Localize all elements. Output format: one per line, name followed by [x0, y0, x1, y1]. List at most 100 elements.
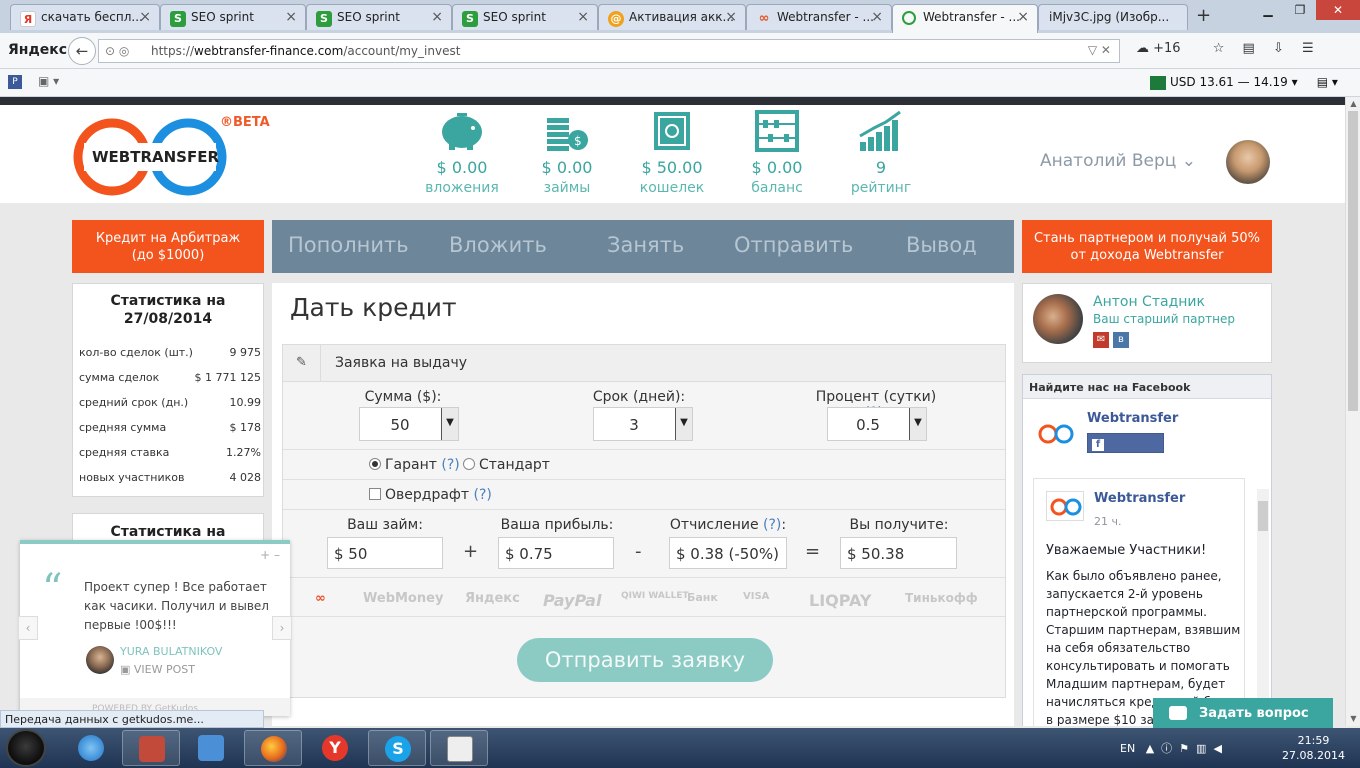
tab-5[interactable]: ∞ Webtransfer - ... ×: [746, 4, 892, 30]
vk-icon[interactable]: в: [1113, 332, 1129, 348]
stat-row-value: $ 1 771 125: [194, 371, 261, 384]
close-icon[interactable]: ×: [577, 9, 589, 25]
stat-loans[interactable]: $ $ 0.00 займы: [517, 110, 617, 196]
facebook-page-name[interactable]: Webtransfer: [1087, 411, 1178, 426]
stat-balance[interactable]: $ 0.00 баланс: [727, 110, 827, 196]
clock[interactable]: 21:59 27.08.2014: [1282, 733, 1345, 763]
volume-icon[interactable]: ◀: [1213, 742, 1221, 755]
partner-avatar[interactable]: [1033, 294, 1083, 344]
menu-withdraw[interactable]: Вывод: [906, 233, 977, 257]
stat-rating[interactable]: 9 рейтинг: [831, 110, 931, 196]
bookmarks-icon[interactable]: ▤: [1243, 41, 1255, 56]
webtransfer-logo[interactable]: WEBTRANSFER ®BETA: [70, 113, 270, 197]
taskbar-firefox[interactable]: [244, 730, 302, 766]
arbitrage-credit-button[interactable]: Кредит на Арбитраж (до $1000): [72, 220, 264, 273]
guarantee-radio[interactable]: Гарант (?): [369, 457, 460, 473]
close-icon[interactable]: ×: [139, 9, 151, 25]
maximize-icon[interactable]: ❐: [1284, 0, 1316, 20]
star-icon[interactable]: ☆: [1213, 41, 1225, 56]
fee-help-link[interactable]: (?): [763, 517, 781, 533]
menu-invest[interactable]: Вложить: [449, 233, 547, 257]
ask-question-button[interactable]: Задать вопрос: [1153, 698, 1333, 729]
post-time[interactable]: 21 ч.: [1094, 515, 1122, 528]
taskbar-skype[interactable]: S: [368, 730, 426, 766]
tab-2[interactable]: S SEO sprint ×: [306, 4, 452, 30]
tray-arrow-icon[interactable]: ▲: [1146, 742, 1154, 755]
view-post-link[interactable]: ▣ VIEW POST: [120, 663, 195, 676]
chevron-right-icon[interactable]: ›: [272, 616, 292, 640]
taskbar-ie[interactable]: [62, 730, 120, 766]
minimize-icon[interactable]: ▁: [1252, 0, 1284, 20]
overdraft-help-link[interactable]: (?): [474, 487, 492, 503]
url-prefix: https://: [151, 44, 195, 58]
menu-send[interactable]: Отправить: [734, 233, 853, 257]
widget-controls[interactable]: + –: [260, 548, 280, 562]
partner-name[interactable]: Антон Стадник: [1093, 294, 1205, 310]
standard-radio[interactable]: Стандарт: [463, 457, 550, 473]
sum-select[interactable]: 50 ▼: [359, 407, 459, 441]
taskbar-app[interactable]: [430, 730, 488, 766]
guarantee-help-link[interactable]: (?): [441, 457, 459, 473]
flag-icon[interactable]: ⚑: [1179, 742, 1189, 755]
become-partner-button[interactable]: Стань партнером и получай 50% от дохода …: [1022, 220, 1272, 273]
email-icon[interactable]: ✉: [1093, 332, 1109, 348]
taskbar-toolbox[interactable]: [122, 730, 180, 766]
stat-wallet[interactable]: $ 50.00 кошелек: [622, 110, 722, 196]
start-button[interactable]: [6, 729, 46, 767]
close-icon[interactable]: ×: [725, 9, 737, 25]
term-select[interactable]: 3 ▼: [593, 407, 693, 441]
close-icon[interactable]: ×: [871, 9, 883, 25]
page-scrollbar[interactable]: ▲ ▼: [1345, 97, 1360, 726]
webtransfer-page-logo[interactable]: [1037, 419, 1075, 449]
menu-borrow[interactable]: Занять: [607, 233, 684, 257]
weather-icon[interactable]: ☁ +16: [1136, 41, 1195, 56]
close-icon[interactable]: ×: [1017, 9, 1029, 25]
network-icon[interactable]: ▥: [1196, 742, 1206, 755]
tab-0[interactable]: Я скачать беспл... ×: [10, 4, 160, 30]
facebook-scrollbar[interactable]: [1257, 489, 1269, 726]
submit-request-button[interactable]: Отправить заявку: [517, 638, 773, 682]
yandex-logo[interactable]: Яндекс: [8, 42, 67, 58]
overdraft-checkbox[interactable]: Овердрафт (?): [369, 487, 492, 503]
facebook-like-button[interactable]: fНравится: [1087, 433, 1164, 464]
scroll-thumb[interactable]: [1348, 111, 1358, 411]
back-button[interactable]: ←: [68, 37, 96, 65]
post-author[interactable]: Webtransfer: [1094, 491, 1185, 506]
tab-6-active[interactable]: Webtransfer - ... ×: [892, 4, 1038, 33]
taskbar-media[interactable]: [182, 730, 240, 766]
language-indicator[interactable]: EN: [1120, 742, 1135, 755]
site-info-icon[interactable]: ⊙ ◎: [105, 44, 129, 58]
url-field[interactable]: ⊙ ◎ https://webtransfer-finance.com/acco…: [98, 39, 1120, 63]
post-logo[interactable]: [1046, 491, 1084, 521]
menu-icon[interactable]: ☰: [1302, 41, 1314, 56]
window-close-icon[interactable]: ✕: [1316, 0, 1360, 20]
percent-select[interactable]: 0.5 ▼: [827, 407, 927, 441]
stat-investments[interactable]: $ 0.00 вложения: [412, 110, 512, 196]
bookmark-app-icon[interactable]: ▣ ▾: [38, 74, 59, 88]
close-icon[interactable]: ×: [431, 9, 443, 25]
scroll-thumb[interactable]: [1258, 501, 1268, 531]
receive-field[interactable]: $ 50.38: [840, 537, 957, 569]
info-icon[interactable]: ⓘ: [1161, 742, 1172, 755]
tab-1[interactable]: S SEO sprint ×: [160, 4, 306, 30]
close-icon[interactable]: ×: [285, 9, 297, 25]
testimonial-author[interactable]: YURA BULATNIKOV: [120, 645, 222, 658]
currency-widget[interactable]: USD 13.61 — 14.19 ▾ ▤ ▾: [1150, 75, 1338, 90]
scroll-down-icon[interactable]: ▼: [1346, 712, 1360, 726]
avatar[interactable]: [1226, 140, 1270, 184]
profit-field[interactable]: $ 0.75: [498, 537, 614, 569]
menu-deposit[interactable]: Пополнить: [288, 233, 409, 257]
scroll-up-icon[interactable]: ▲: [1346, 97, 1360, 111]
tab-4[interactable]: @ Активация акк... ×: [598, 4, 746, 30]
tab-7[interactable]: iMjv3C.jpg (Изобр...: [1038, 4, 1188, 30]
dropdown-close-icon[interactable]: ▽ ✕: [1088, 43, 1111, 57]
bookmark-p-icon[interactable]: P: [8, 75, 22, 89]
tab-3[interactable]: S SEO sprint ×: [452, 4, 598, 30]
download-icon[interactable]: ⇩: [1273, 41, 1284, 56]
chevron-left-icon[interactable]: ‹: [18, 616, 38, 640]
loan-field[interactable]: $ 50: [327, 537, 443, 569]
user-menu[interactable]: Анатолий Верц ⌄: [1040, 151, 1196, 171]
taskbar-yandex[interactable]: Y: [306, 730, 364, 766]
new-tab-icon[interactable]: +: [1196, 5, 1211, 26]
fee-field[interactable]: $ 0.38 (-50%): [669, 537, 787, 569]
